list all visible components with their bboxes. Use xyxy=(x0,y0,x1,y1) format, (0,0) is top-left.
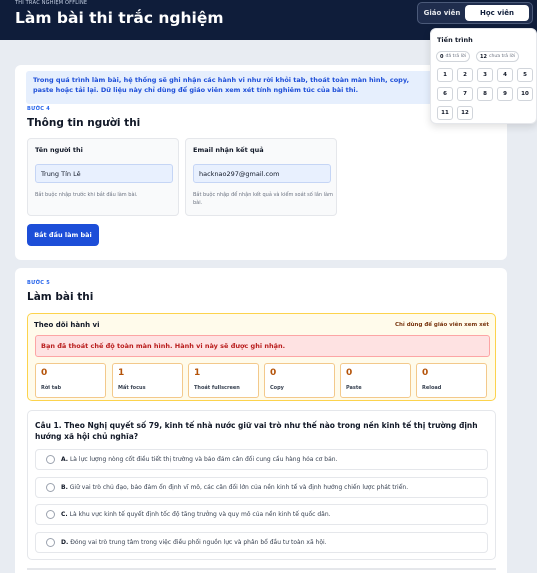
option-b-text: B. Giữ vai trò chủ đạo, bảo đảm ổn định … xyxy=(61,484,409,491)
option-c-text: C. Là khu vực kinh tế quyết định tốc độ … xyxy=(61,511,331,518)
stat-copy: 0 Copy xyxy=(264,363,335,398)
stat-label: Paste xyxy=(346,385,362,391)
stat-label: Copy xyxy=(270,385,284,391)
stat-value: 0 xyxy=(270,368,277,378)
radio-icon[interactable] xyxy=(46,483,55,492)
next-question-edge xyxy=(27,568,496,570)
stat-leave-tab: 0 Rời tab xyxy=(35,363,106,398)
question-nav-3[interactable]: 3 xyxy=(477,68,493,82)
question-nav-10[interactable]: 10 xyxy=(517,87,533,101)
option-b[interactable]: B. Giữ vai trò chủ đạo, bảo đảm ổn định … xyxy=(35,477,488,498)
stat-value: 0 xyxy=(41,368,48,378)
name-help: Bắt buộc nhập trước khi bắt đầu làm bài. xyxy=(35,192,138,198)
email-input[interactable] xyxy=(193,164,331,183)
step-5-label: BƯỚC 5 xyxy=(27,280,51,286)
question-text: Câu 1. Theo Nghị quyết số 79, kinh tế nh… xyxy=(35,421,478,441)
stat-label: Thoát fullscreen xyxy=(194,385,240,391)
radio-icon[interactable] xyxy=(46,455,55,464)
question-nav-7[interactable]: 7 xyxy=(457,87,473,101)
question-nav-1[interactable]: 1 xyxy=(437,68,453,82)
question-nav-5[interactable]: 5 xyxy=(517,68,533,82)
name-input[interactable] xyxy=(35,164,173,183)
option-d-text: D. Đóng vai trò trung tâm trong việc điề… xyxy=(61,539,327,546)
progress-panel: Tiến trình 0 đã trả lời 12 chưa trả lời 1 … xyxy=(430,28,537,124)
monitor-title: Theo dõi hành vi xyxy=(34,321,100,329)
unanswered-badge: 12 chưa trả lời xyxy=(476,51,519,62)
stat-exit-fullscreen: 1 Thoát fullscreen xyxy=(188,363,259,398)
stat-reload: 0 Reload xyxy=(416,363,487,398)
stat-label: Rời tab xyxy=(41,385,62,391)
progress-title: Tiến trình xyxy=(437,36,473,44)
email-help: Bắt buộc nhập để nhận kết quả và kiểm so… xyxy=(193,192,333,206)
fullscreen-alert: Bạn đã thoát chế độ toàn màn hình. Hành … xyxy=(35,335,490,357)
email-label: Email nhận kết quả xyxy=(193,146,264,154)
stat-label: Reload xyxy=(422,385,442,391)
question-card: Câu 1. Theo Nghị quyết số 79, kinh tế nh… xyxy=(27,410,496,560)
stat-lose-focus: 1 Mất focus xyxy=(112,363,183,398)
exam-section-title: Làm bài thi xyxy=(27,291,94,303)
answered-badge: 0 đã trả lời xyxy=(436,51,471,62)
question-nav-8[interactable]: 8 xyxy=(477,87,493,101)
role-toggle: Giáo viên Học viên xyxy=(417,2,533,24)
option-d[interactable]: D. Đóng vai trò trung tâm trong việc điề… xyxy=(35,532,488,553)
stat-value: 0 xyxy=(422,368,429,378)
teacher-role-button[interactable]: Giáo viên xyxy=(421,5,463,21)
stat-label: Mất focus xyxy=(118,385,146,391)
question-nav-2[interactable]: 2 xyxy=(457,68,473,82)
stat-value: 1 xyxy=(118,368,125,378)
question-nav-12[interactable]: 12 xyxy=(457,106,473,120)
start-exam-button[interactable]: Bắt đầu làm bài xyxy=(27,224,99,246)
step-4-label: BƯỚC 4 xyxy=(27,106,51,112)
name-label: Tên người thi xyxy=(35,146,83,154)
radio-icon[interactable] xyxy=(46,538,55,547)
email-field-box: Email nhận kết quả Bắt buộc nhập để nhận… xyxy=(185,138,337,216)
participant-section-title: Thông tin người thi xyxy=(27,117,141,129)
monitor-note: Chỉ dùng để giáo viên xem xét xyxy=(394,322,489,328)
option-a[interactable]: A. Là lực lượng nòng cốt điều tiết thị t… xyxy=(35,449,488,470)
question-nav-6[interactable]: 6 xyxy=(437,87,453,101)
radio-icon[interactable] xyxy=(46,510,55,519)
behavior-monitor: Theo dõi hành vi Chỉ dùng để giáo viên x… xyxy=(27,313,496,401)
question-nav-9[interactable]: 9 xyxy=(497,87,513,101)
option-c[interactable]: C. Là khu vực kinh tế quyết định tốc độ … xyxy=(35,504,488,525)
option-a-text: A. Là lực lượng nòng cốt điều tiết thị t… xyxy=(61,456,338,463)
page-title: Làm bài thi trắc nghiệm xyxy=(15,9,224,27)
header-eyebrow: THI TRẮC NGHIỆM OFFLINE xyxy=(15,0,88,6)
name-field-box: Tên người thi Bắt buộc nhập trước khi bắ… xyxy=(27,138,179,216)
stat-value: 1 xyxy=(194,368,201,378)
stat-paste: 0 Paste xyxy=(340,363,411,398)
question-nav-11[interactable]: 11 xyxy=(437,106,453,120)
student-role-button[interactable]: Học viên xyxy=(465,5,529,21)
monitoring-notice: Trong quá trình làm bài, hệ thống sẽ ghi… xyxy=(26,71,436,104)
stat-value: 0 xyxy=(346,368,353,378)
question-nav-4[interactable]: 4 xyxy=(497,68,513,82)
